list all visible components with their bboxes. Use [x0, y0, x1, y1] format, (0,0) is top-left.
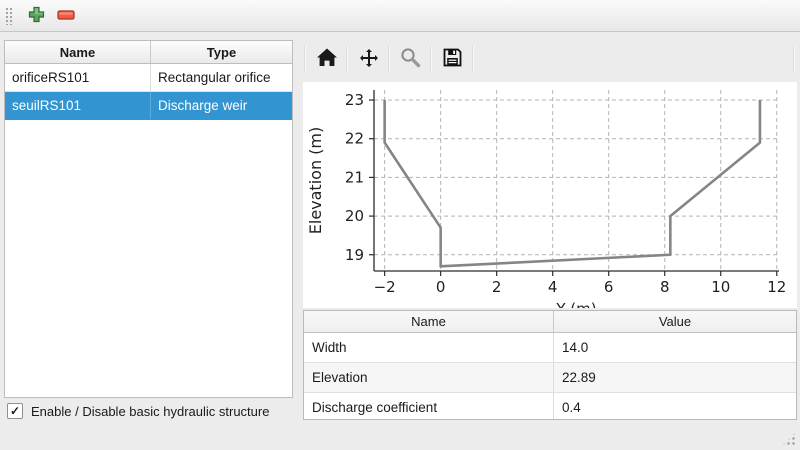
svg-text:12: 12: [767, 278, 786, 296]
plot-toolbar: [303, 40, 797, 78]
svg-text:8: 8: [660, 278, 670, 296]
parameter-row[interactable]: Elevation22.89: [304, 363, 796, 393]
move-icon: [358, 47, 380, 72]
structure-row[interactable]: orificeRS101Rectangular orifice: [5, 64, 292, 92]
parameter-row[interactable]: Discharge coefficient0.4: [304, 393, 796, 420]
structure-name-cell: orificeRS101: [5, 64, 151, 91]
svg-text:0: 0: [436, 278, 446, 296]
parameter-name-cell: Discharge coefficient: [304, 393, 554, 420]
plot-save-button[interactable]: [434, 42, 471, 76]
svg-text:21: 21: [345, 168, 364, 186]
param-column-header-value[interactable]: Value: [554, 311, 796, 332]
toolbar-separator: [794, 46, 795, 72]
structures-table: NameTypeorificeRS101Rectangular orifices…: [4, 40, 293, 398]
main-toolbar: [0, 0, 800, 32]
svg-text:6: 6: [604, 278, 614, 296]
remove-structure-button[interactable]: [51, 2, 81, 29]
toolbar-separator: [347, 46, 348, 72]
magnifier-icon: [400, 47, 421, 71]
column-header-name[interactable]: Name: [5, 41, 151, 63]
parameters-table: NameValueWidth14.0Elevation22.89Discharg…: [303, 310, 797, 420]
toolbar-separator: [389, 46, 390, 72]
svg-text:2: 2: [492, 278, 502, 296]
parameter-name-cell: Width: [304, 333, 554, 362]
svg-text:Elevation (m): Elevation (m): [306, 127, 325, 234]
svg-text:22: 22: [345, 130, 364, 148]
structure-name-cell: seuilRS101: [5, 92, 151, 119]
svg-text:4: 4: [548, 278, 558, 296]
checkbox-check-icon[interactable]: ✓: [7, 403, 23, 419]
home-icon: [316, 47, 338, 71]
toolbar-separator: [431, 46, 432, 72]
add-structure-button[interactable]: [21, 2, 51, 29]
plot-pan-button[interactable]: [350, 42, 387, 76]
toolbar-drag-handle[interactable]: [5, 7, 13, 25]
minus-icon: [57, 8, 75, 23]
plus-icon: [28, 6, 45, 26]
structure-row[interactable]: seuilRS101Discharge weir: [5, 92, 292, 120]
parameter-value-cell[interactable]: 22.89: [554, 363, 796, 392]
column-header-type[interactable]: Type: [151, 41, 292, 63]
svg-text:23: 23: [345, 91, 364, 109]
floppy-icon: [442, 47, 463, 71]
param-column-header-name[interactable]: Name: [304, 311, 554, 332]
toolbar-separator: [305, 46, 306, 72]
svg-text:20: 20: [345, 207, 364, 225]
elevation-chart-canvas[interactable]: −2 0 2 4 6 8 10 12 19 20 21 22 23 Elevation (m) Y (m): [303, 82, 797, 308]
parameter-row[interactable]: Width14.0: [304, 333, 796, 363]
parameter-value-cell[interactable]: 14.0: [554, 333, 796, 362]
parameter-name-cell: Elevation: [304, 363, 554, 392]
plot-zoom-button[interactable]: [392, 42, 429, 76]
parameter-value-cell[interactable]: 0.4: [554, 393, 796, 420]
svg-text:19: 19: [345, 246, 364, 264]
resize-grip[interactable]: [782, 432, 796, 446]
structure-type-cell: Rectangular orifice: [151, 64, 292, 91]
svg-text:10: 10: [711, 278, 730, 296]
enable-structure-checkbox-row[interactable]: ✓ Enable / Disable basic hydraulic struc…: [7, 403, 269, 419]
toolbar-separator: [473, 46, 474, 72]
structure-type-cell: Discharge weir: [151, 92, 292, 119]
svg-text:Y (m): Y (m): [555, 300, 596, 308]
hydraulic-structures-window: NameTypeorificeRS101Rectangular orifices…: [0, 0, 800, 450]
svg-text:−2: −2: [374, 278, 396, 296]
plot-home-button[interactable]: [308, 42, 345, 76]
enable-structure-label: Enable / Disable basic hydraulic structu…: [31, 404, 269, 419]
